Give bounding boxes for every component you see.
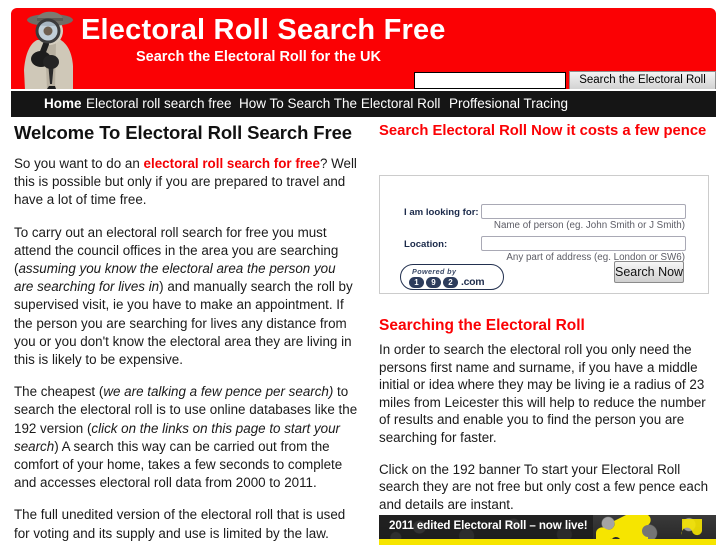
main-navigation: Home Electoral roll search free How To S…: [11, 91, 716, 117]
logo-digit-9: 9: [426, 276, 441, 288]
right-heading-searching: Searching the Electoral Roll: [379, 317, 585, 334]
banner-text: 2011 edited Electoral Roll – now live!: [389, 519, 588, 532]
intro-text-before: So you want to do an: [14, 156, 144, 171]
p3-italic-1: we are talking a few pence per search): [103, 384, 334, 400]
form-name-input[interactable]: [481, 204, 686, 219]
site-tagline: Search the Electoral Roll for the UK: [136, 49, 381, 65]
left-content-column: Welcome To Electoral Roll Search Free So…: [14, 122, 358, 545]
intro-link[interactable]: electoral roll search for free: [144, 156, 320, 171]
form-label-name: I am looking for:: [404, 207, 479, 218]
logo-dotcom: .com: [461, 276, 485, 288]
right-content-column: Search Electoral Roll Now it costs a few…: [379, 122, 716, 527]
detective-magnifier-icon: [24, 11, 73, 89]
site-header: Electoral Roll Search Free Search the El…: [11, 8, 716, 89]
form-location-input[interactable]: [481, 236, 686, 251]
page-root: Electoral Roll Search Free Search the El…: [0, 0, 727, 545]
nav-item-home[interactable]: Home: [44, 95, 82, 113]
right-paragraph-2: Click on the 192 banner To start your El…: [379, 461, 709, 512]
right-heading-search-now: Search Electoral Roll Now it costs a few…: [379, 123, 707, 139]
paragraph-council-offices: To carry out an electoral roll search fo…: [14, 224, 358, 370]
powered-by-label: Powered by: [412, 267, 457, 276]
logo-digit-1: 1: [409, 276, 424, 288]
electoral-roll-search-form: I am looking for: Name of person (eg. Jo…: [379, 175, 709, 294]
searching-section: Searching the Electoral Roll In order to…: [379, 316, 716, 513]
intro-paragraph: So you want to do an electoral roll sear…: [14, 155, 358, 210]
header-search-input[interactable]: [414, 72, 566, 89]
paragraph-full-unedited: The full unedited version of the elector…: [14, 507, 346, 545]
form-label-location: Location:: [404, 239, 448, 250]
nav-item-how-to-search[interactable]: How To Search The Electoral Roll: [239, 95, 440, 113]
p3-part-c: ) A search this way can be carried out f…: [14, 438, 343, 491]
electoral-roll-2011-banner[interactable]: 2011 edited Electoral Roll – now live!: [379, 515, 716, 545]
banner-yellow-bar: [379, 539, 716, 545]
nav-item-electoral-roll-search-free[interactable]: Electoral roll search free: [86, 95, 232, 113]
right-paragraph-1: In order to search the electoral roll yo…: [379, 342, 706, 445]
site-title: Electoral Roll Search Free: [81, 14, 446, 46]
logo-digit-2: 2: [443, 276, 458, 288]
page-title: Welcome To Electoral Roll Search Free: [14, 122, 352, 143]
form-search-now-button[interactable]: Search Now: [614, 261, 684, 283]
header-search-button[interactable]: Search the Electoral Roll: [569, 71, 716, 89]
logo-digits: 1 9 2 .com: [409, 276, 485, 288]
form-hint-name: Name of person (eg. John Smith or J Smit…: [493, 220, 685, 231]
powered-by-192-logo[interactable]: Powered by 1 9 2 .com: [400, 264, 504, 290]
paragraph-cheapest: The cheapest (we are talking a few pence…: [14, 383, 358, 492]
nav-item-proffesional-tracing[interactable]: Proffesional Tracing: [449, 95, 568, 113]
p3-part-a: The cheapest (: [14, 384, 104, 400]
